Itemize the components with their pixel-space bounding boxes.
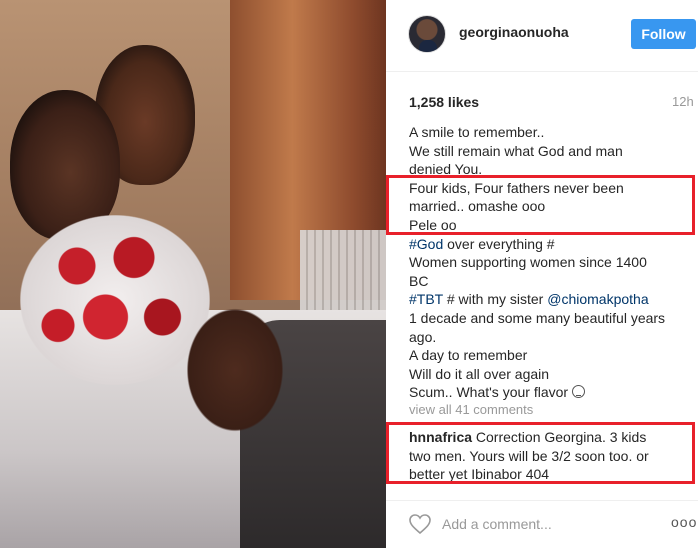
view-all-comments-link[interactable]: view all 41 comments (409, 402, 533, 417)
caption-line: 1 decade and some many beautiful years (409, 309, 666, 326)
caption-line-tbt: #TBT # with my sister @chiomakpotha (409, 290, 694, 309)
caption-line: Women supporting women since 1400 (409, 254, 647, 271)
caption-line: Pele oo (409, 216, 457, 233)
username-link[interactable]: georginaonuoha (459, 24, 569, 40)
avatar[interactable] (408, 15, 446, 53)
caption-text: Scum.. What's your flavor (409, 384, 572, 401)
hashtag-tbt-link[interactable]: #TBT (409, 291, 443, 307)
post-side-panel: georginaonuoha Follow 1,258 likes 12h A … (386, 0, 698, 548)
post-photo[interactable] (0, 0, 386, 548)
mention-link[interactable]: @chiomakpotha (547, 291, 648, 307)
photo-hands (180, 300, 290, 440)
caption-line-god: #God over everything # (409, 235, 694, 254)
comment-item: hnnafrica Correction Georgina. 3 kids tw… (409, 428, 694, 484)
likes-count[interactable]: 1,258 likes (409, 94, 479, 110)
comment-line: two men. Yours will be 3/2 soon too. or (409, 447, 649, 464)
comment-username-link[interactable]: hnnafrica (409, 429, 472, 445)
caption-line: Will do it all over again (409, 365, 550, 382)
grinning-emoji-icon (571, 385, 585, 399)
hashtag-god-link[interactable]: #God (409, 236, 443, 252)
post-time[interactable]: 12h (672, 94, 694, 109)
caption-line: Four kids, Four fathers never been (409, 179, 624, 196)
caption-line: married.. omashe ooo (409, 198, 546, 215)
caption-line: A day to remember (409, 347, 528, 364)
more-options-icon[interactable]: ooo (671, 514, 697, 530)
caption-text: # with my sister (442, 291, 548, 308)
comment-footer: ooo (386, 500, 698, 548)
caption-line: ago. (409, 328, 437, 345)
post-header: georginaonuoha Follow (386, 0, 698, 72)
comment-line: hnnafrica Correction Georgina. 3 kids (409, 428, 694, 447)
heart-icon[interactable] (408, 513, 432, 535)
caption-line-scum: Scum.. What's your flavor (409, 383, 694, 402)
comment-text: Correction Georgina. 3 kids (472, 429, 647, 445)
follow-button[interactable]: Follow (631, 19, 696, 49)
caption-line: BC (409, 272, 429, 289)
comment-line: better yet Ibinabor 404 (409, 466, 550, 483)
caption-text: over everything # (443, 235, 555, 252)
caption: A smile to remember.. We still remain wh… (409, 123, 694, 402)
caption-line: denied You. (409, 161, 483, 178)
caption-line: A smile to remember.. (409, 124, 545, 140)
add-comment-input[interactable] (442, 511, 662, 537)
caption-line: We still remain what God and man (409, 142, 623, 159)
